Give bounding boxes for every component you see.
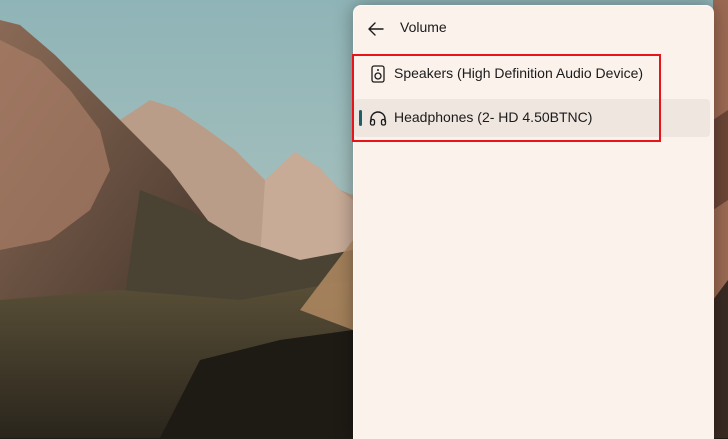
selected-indicator: [359, 110, 362, 126]
volume-flyout-panel: Volume Speakers (High Definition Audio D…: [353, 5, 714, 439]
headphones-icon: [369, 109, 387, 127]
device-label: Speakers (High Definition Audio Device): [394, 65, 644, 81]
output-device-speakers[interactable]: Speakers (High Definition Audio Device): [354, 55, 710, 93]
arrow-left-icon: [368, 22, 384, 36]
flyout-title: Volume: [400, 19, 447, 35]
device-label: Headphones (2- HD 4.50BTNC): [394, 109, 593, 125]
output-device-headphones[interactable]: Headphones (2- HD 4.50BTNC): [354, 99, 710, 137]
back-button[interactable]: [364, 16, 388, 42]
flyout-header: Volume: [354, 6, 714, 52]
speaker-icon: [369, 65, 387, 83]
